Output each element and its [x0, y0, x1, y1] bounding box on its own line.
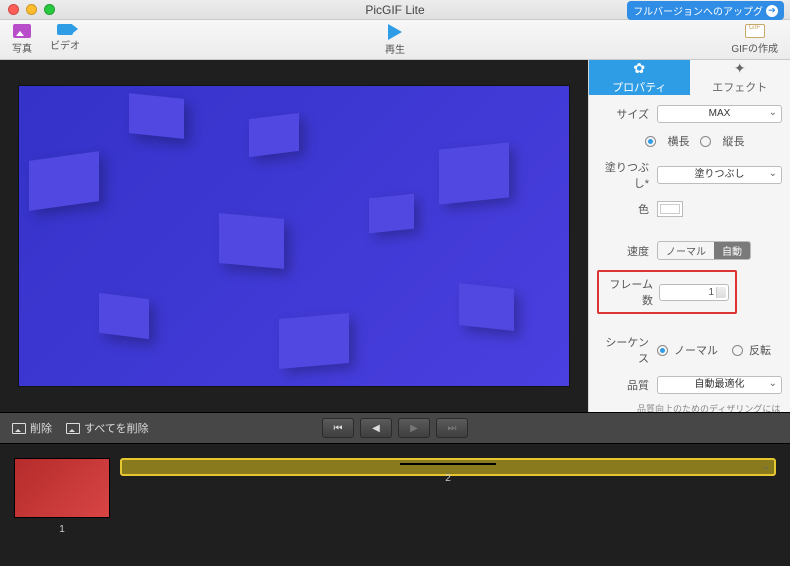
size-select[interactable]: MAX — [657, 105, 782, 123]
thumb-1[interactable]: 1 — [14, 458, 110, 535]
tab-effect-label: エフェクト — [712, 79, 767, 95]
main-area: ✿ プロパティ ✦ エフェクト サイズ MAX 横長 縦長 塗りつぶし* — [0, 60, 790, 412]
properties-panel: サイズ MAX 横長 縦長 塗りつぶし* 塗りつぶし 色 速度 — [589, 95, 790, 437]
orientation-h-label: 横長 — [668, 133, 690, 149]
tab-property[interactable]: ✿ プロパティ — [589, 60, 690, 95]
play-label: 再生 — [385, 41, 405, 56]
thumb-1-image — [14, 458, 110, 518]
gear-icon: ✿ — [633, 60, 645, 77]
sequence-normal-radio[interactable] — [657, 345, 668, 356]
thumb-2[interactable]: 2 — [120, 458, 776, 476]
wand-icon: ✦ — [734, 60, 746, 77]
upgrade-label: フルバージョンへのアップグ — [633, 3, 763, 18]
maximize-icon[interactable] — [44, 4, 55, 15]
window-controls — [0, 4, 55, 15]
delete-all-icon — [66, 423, 80, 434]
video-icon — [57, 24, 73, 35]
speed-segment[interactable]: ノーマル 自動 — [657, 241, 751, 260]
control-bar: 削除 すべてを削除 ⏮ ◀ ▶ ⏭ — [0, 412, 790, 444]
frame-nav: ⏮ ◀ ▶ ⏭ — [322, 418, 468, 438]
upgrade-button[interactable]: フルバージョンへのアップグ ➔ — [627, 1, 784, 20]
delete-all-label: すべてを削除 — [84, 420, 149, 436]
video-label: ビデオ — [50, 37, 80, 52]
orientation-v-radio[interactable] — [700, 136, 711, 147]
orientation-v-label: 縦長 — [723, 133, 745, 149]
color-label: 色 — [597, 201, 653, 217]
frames-label: フレーム数 — [605, 276, 653, 308]
toolbar: 写真 ビデオ 再生 GIFの作成 — [0, 20, 790, 60]
sidebar-tabs: ✿ プロパティ ✦ エフェクト — [589, 60, 790, 95]
quality-label: 品質 — [597, 377, 653, 393]
speed-auto[interactable]: 自動 — [714, 242, 750, 259]
play-button[interactable]: 再生 — [385, 24, 405, 56]
delete-button[interactable]: 削除 — [12, 420, 52, 436]
thumb-2-number: 2 — [445, 471, 451, 487]
create-gif-button[interactable]: GIFの作成 — [731, 24, 778, 55]
fill-select[interactable]: 塗りつぶし — [657, 166, 782, 184]
minimize-icon[interactable] — [26, 4, 37, 15]
create-label: GIFの作成 — [731, 40, 778, 55]
gif-icon — [745, 24, 765, 38]
sequence-label: シーケンス — [597, 334, 653, 366]
fill-label: 塗りつぶし* — [597, 159, 653, 191]
photo-button[interactable]: 写真 — [12, 24, 32, 55]
size-label: サイズ — [597, 106, 653, 122]
titlebar: PicGIF Lite フルバージョンへのアップグ ➔ — [0, 0, 790, 20]
photo-label: 写真 — [12, 40, 32, 55]
preview-area — [0, 60, 588, 412]
next-frame-button[interactable]: ▶ — [398, 418, 430, 438]
first-frame-button[interactable]: ⏮ — [322, 418, 354, 438]
color-swatch[interactable] — [657, 201, 683, 217]
delete-label: 削除 — [30, 420, 52, 436]
delete-icon — [12, 423, 26, 434]
sidebar: ✿ プロパティ ✦ エフェクト サイズ MAX 横長 縦長 塗りつぶし* — [588, 60, 790, 412]
frames-row-highlight: フレーム数 1 — [597, 270, 737, 314]
thumb-2-image — [400, 463, 496, 465]
orientation-h-radio[interactable] — [645, 136, 656, 147]
frames-stepper[interactable]: 1 — [659, 284, 729, 301]
tab-effect[interactable]: ✦ エフェクト — [690, 60, 790, 95]
prev-frame-button[interactable]: ◀ — [360, 418, 392, 438]
thumbnail-strip: 1 2 — [0, 444, 790, 566]
arrow-right-icon: ➔ — [766, 5, 778, 17]
sequence-normal-label: ノーマル — [674, 342, 718, 358]
delete-all-button[interactable]: すべてを削除 — [66, 420, 149, 436]
thumb-1-number: 1 — [59, 524, 65, 535]
tab-property-label: プロパティ — [612, 79, 666, 95]
last-frame-button[interactable]: ⏭ — [436, 418, 468, 438]
sequence-reverse-label: 反転 — [749, 342, 771, 358]
video-button[interactable]: ビデオ — [50, 24, 80, 55]
photo-icon — [13, 24, 31, 38]
speed-label: 速度 — [597, 243, 653, 259]
preview-canvas — [19, 86, 569, 386]
speed-normal[interactable]: ノーマル — [658, 242, 714, 259]
sequence-reverse-radio[interactable] — [732, 345, 743, 356]
quality-select[interactable]: 自動最適化 — [657, 376, 782, 394]
play-icon — [388, 24, 402, 40]
close-icon[interactable] — [8, 4, 19, 15]
